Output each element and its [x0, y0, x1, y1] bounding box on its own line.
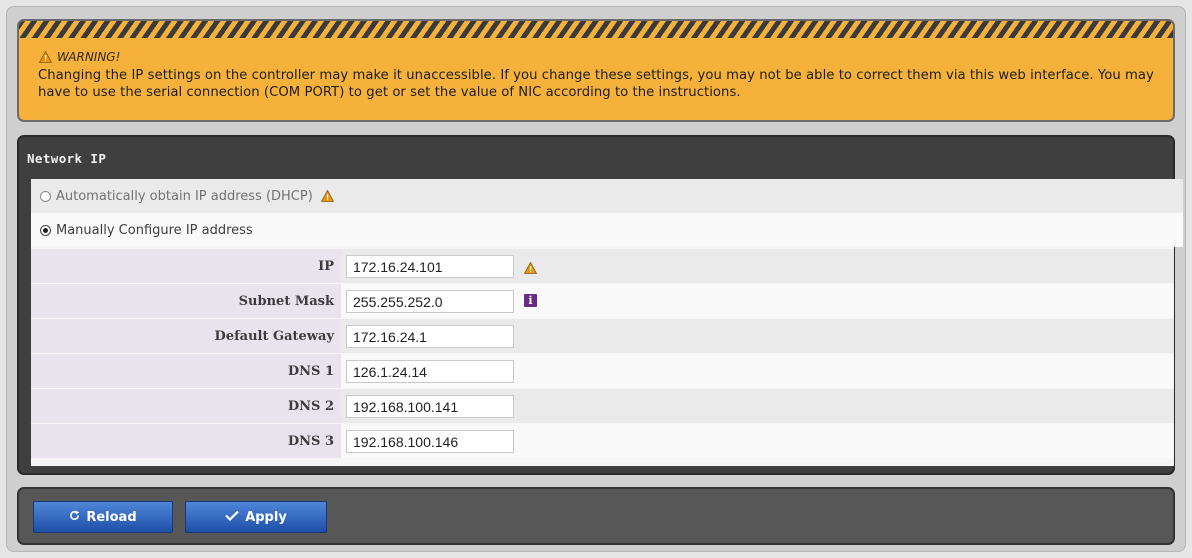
field-row-gateway: Default Gateway [31, 319, 1174, 353]
dns1-input[interactable] [346, 360, 514, 383]
apply-label: Apply [245, 509, 287, 525]
warning-icon [523, 259, 538, 274]
checkmark-icon [225, 510, 239, 525]
subnet-label: Subnet Mask [31, 284, 341, 318]
reload-label: Reload [86, 509, 137, 525]
network-form: Automatically obtain IP address (DHCP) M… [31, 179, 1183, 466]
ip-label: IP [31, 249, 341, 283]
warning-title: WARNING! [57, 50, 121, 64]
field-row-dns2: DNS 2 [31, 389, 1174, 423]
warning-icon [38, 50, 53, 63]
subnet-input[interactable] [346, 290, 514, 313]
hazard-stripes [19, 21, 1173, 38]
dns1-label: DNS 1 [31, 354, 341, 388]
reload-button[interactable]: Reload [33, 501, 173, 533]
apply-button[interactable]: Apply [185, 501, 327, 533]
dns3-input[interactable] [346, 430, 514, 453]
manual-option-label: Manually Configure IP address [56, 222, 253, 238]
dhcp-option-label: Automatically obtain IP address (DHCP) [56, 188, 313, 204]
warning-banner: WARNING! Changing the IP settings on the… [17, 19, 1175, 122]
dhcp-option-row[interactable]: Automatically obtain IP address (DHCP) [31, 179, 1183, 213]
warning-header: WARNING! [38, 50, 121, 64]
field-row-dns1: DNS 1 [31, 354, 1174, 388]
manual-radio[interactable] [40, 224, 51, 236]
info-icon[interactable]: i [524, 294, 537, 307]
field-row-ip: IP [31, 249, 1174, 283]
field-row-dns3: DNS 3 [31, 424, 1174, 458]
warning-icon [320, 189, 334, 202]
dns2-label: DNS 2 [31, 389, 341, 423]
action-toolbar: Reload Apply [17, 487, 1175, 545]
refresh-icon [69, 510, 80, 525]
gateway-label: Default Gateway [31, 319, 341, 353]
dhcp-radio[interactable] [40, 190, 51, 202]
dns2-input[interactable] [346, 395, 514, 418]
panel-title: Network IP [27, 151, 107, 166]
network-ip-panel: Network IP Automatically obtain IP addre… [17, 135, 1183, 475]
gateway-input[interactable] [346, 325, 514, 348]
ip-input[interactable] [346, 255, 514, 278]
dns3-label: DNS 3 [31, 424, 341, 458]
warning-message: Changing the IP settings on the controll… [38, 68, 1154, 100]
manual-option-row[interactable]: Manually Configure IP address [31, 213, 1183, 247]
field-row-subnet: Subnet Mask i [31, 284, 1174, 318]
